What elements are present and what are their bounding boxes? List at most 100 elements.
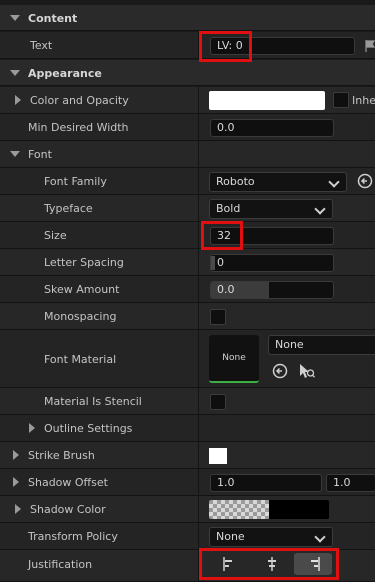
flag-icon[interactable] [365, 40, 375, 52]
column-splitter[interactable] [198, 442, 199, 468]
row-material-is-stencil: Material Is Stencil [0, 388, 375, 415]
expand-arrow-icon[interactable] [13, 450, 19, 460]
use-selected-asset-icon[interactable] [298, 363, 316, 382]
typeface-dropdown[interactable]: Bold [209, 199, 333, 219]
letter-spacing-slider-fill [211, 256, 215, 270]
column-splitter[interactable] [198, 550, 199, 581]
transform-policy-dropdown[interactable]: None [209, 527, 333, 547]
column-splitter[interactable] [198, 276, 199, 302]
row-skew-amount: Skew Amount 0.0 [0, 276, 375, 303]
section-appearance[interactable]: Appearance [0, 60, 375, 86]
font-family-dropdown[interactable]: Roboto [209, 172, 347, 192]
font-material-dropdown[interactable]: None [268, 335, 375, 355]
expand-arrow-icon[interactable] [29, 423, 35, 433]
align-right-icon [311, 557, 320, 571]
chevron-down-icon [328, 176, 340, 188]
column-splitter[interactable] [198, 168, 199, 194]
font-material-label: Font Material [44, 353, 117, 366]
row-min-desired-width: Min Desired Width 0.0 [0, 114, 375, 141]
typeface-value: Bold [216, 202, 241, 215]
text-label: Text [30, 39, 53, 52]
column-splitter[interactable] [198, 303, 199, 329]
column-splitter[interactable] [198, 195, 199, 221]
strike-brush-swatch[interactable] [209, 448, 227, 464]
column-splitter[interactable] [198, 114, 199, 140]
row-outline-settings[interactable]: Outline Settings [0, 415, 375, 442]
shadow-offset-y-input[interactable]: 1.0 [326, 474, 375, 492]
font-family-value: Roboto [216, 175, 255, 188]
min-desired-width-label: Min Desired Width [28, 121, 129, 134]
shadow-color-label: Shadow Color [30, 503, 106, 516]
column-splitter[interactable] [198, 469, 199, 495]
row-font-family: Font Family Roboto [0, 168, 375, 195]
material-is-stencil-label: Material Is Stencil [44, 395, 142, 408]
expand-arrow-icon[interactable] [13, 477, 19, 487]
justify-right-button[interactable] [294, 553, 332, 575]
column-splitter[interactable] [198, 32, 199, 58]
color-swatch[interactable] [209, 91, 325, 110]
section-appearance-label: Appearance [28, 67, 102, 80]
font-material-thumbnail-text: None [222, 353, 246, 363]
column-splitter[interactable] [198, 523, 199, 549]
font-family-label: Font Family [44, 175, 107, 188]
align-center-icon [268, 557, 276, 571]
shadow-offset-x-input[interactable]: 1.0 [210, 474, 322, 492]
font-material-value: None [275, 338, 304, 351]
row-justification: Justification [0, 550, 375, 582]
font-group-label: Font [28, 148, 52, 161]
row-transform-policy: Transform Policy None [0, 523, 375, 550]
size-input[interactable]: 32 [210, 227, 334, 245]
inherit-checkbox[interactable] [333, 92, 349, 108]
transform-policy-value: None [216, 530, 245, 543]
row-strike-brush: Strike Brush [0, 442, 375, 469]
row-letter-spacing: Letter Spacing 0 [0, 249, 375, 276]
section-content[interactable]: Content [0, 5, 375, 31]
row-shadow-color: Shadow Color [0, 496, 375, 523]
row-monospacing: Monospacing [0, 303, 375, 330]
column-splitter[interactable] [198, 330, 199, 387]
letter-spacing-input[interactable]: 0 [210, 254, 334, 272]
row-typeface: Typeface Bold [0, 195, 375, 222]
skew-amount-value: 0.0 [217, 283, 235, 296]
row-font-group[interactable]: Font [0, 141, 375, 168]
shadow-offset-label: Shadow Offset [28, 476, 108, 489]
row-shadow-offset: Shadow Offset 1.0 1.0 [0, 469, 375, 496]
font-material-thumbnail[interactable]: None [209, 335, 259, 383]
skew-amount-label: Skew Amount [44, 283, 120, 296]
browse-arrow-icon[interactable] [272, 363, 288, 382]
column-splitter[interactable] [198, 222, 199, 248]
align-left-icon [223, 557, 232, 571]
justify-center-button[interactable] [257, 554, 287, 574]
text-input[interactable]: LV: 0 [210, 37, 355, 55]
justification-label: Justification [28, 558, 93, 571]
column-splitter[interactable] [198, 415, 199, 441]
shadow-color-alpha-checker [209, 500, 269, 519]
transform-policy-label: Transform Policy [28, 530, 118, 543]
column-splitter[interactable] [198, 388, 199, 414]
monospacing-checkbox[interactable] [210, 309, 226, 325]
column-splitter[interactable] [198, 496, 199, 522]
row-size: Size 32 [0, 222, 375, 249]
column-splitter[interactable] [198, 141, 199, 167]
strike-brush-label: Strike Brush [28, 449, 95, 462]
chevron-down-icon [314, 531, 326, 543]
inherit-label: Inher [352, 94, 375, 107]
color-and-opacity-label: Color and Opacity [30, 94, 129, 107]
column-splitter[interactable] [198, 87, 199, 113]
expand-arrow-icon[interactable] [15, 504, 21, 514]
material-is-stencil-checkbox[interactable] [210, 394, 226, 410]
letter-spacing-label: Letter Spacing [44, 256, 124, 269]
column-splitter[interactable] [198, 249, 199, 275]
expand-arrow-icon[interactable] [10, 15, 20, 21]
row-color-and-opacity: Color and Opacity Inher [0, 87, 375, 114]
expand-arrow-icon[interactable] [15, 95, 21, 105]
expand-arrow-icon[interactable] [10, 151, 20, 157]
expand-arrow-icon[interactable] [10, 70, 20, 76]
row-text: Text LV: 0 [0, 32, 375, 59]
shadow-color-swatch[interactable] [209, 500, 329, 519]
min-desired-width-input[interactable]: 0.0 [210, 119, 334, 137]
justify-left-button[interactable] [213, 554, 243, 574]
outline-settings-label: Outline Settings [44, 422, 133, 435]
size-label: Size [44, 229, 67, 242]
browse-arrow-icon[interactable] [357, 173, 373, 192]
